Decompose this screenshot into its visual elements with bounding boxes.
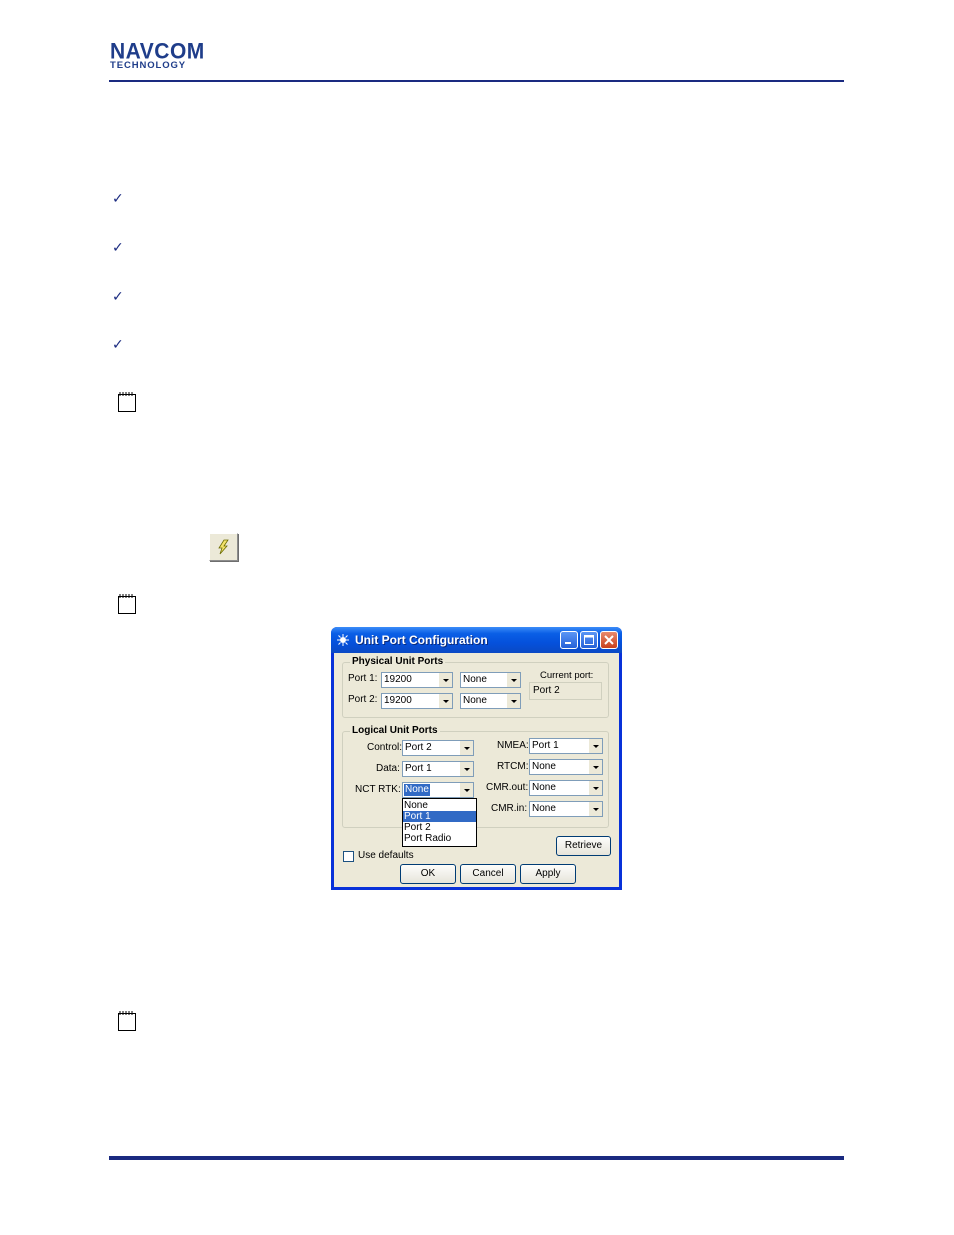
- port2-baud-value: 19200: [384, 695, 412, 706]
- port2-baud-select[interactable]: 19200: [381, 693, 453, 709]
- nct-rtk-dropdown-list[interactable]: None Port 1 Port 2 Port Radio: [402, 798, 477, 847]
- minimize-icon: [565, 642, 571, 644]
- close-button[interactable]: [600, 631, 618, 649]
- nmea-label: NMEA:: [497, 740, 529, 751]
- chevron-down-icon[interactable]: [438, 673, 452, 687]
- port-config-icon: [218, 539, 229, 555]
- control-select[interactable]: Port 2: [402, 740, 474, 756]
- cmr-in-value: None: [532, 803, 556, 814]
- cmr-out-value: None: [532, 782, 556, 793]
- current-port-value: Port 2: [533, 685, 560, 696]
- maximize-button[interactable]: [580, 631, 598, 649]
- port1-mode-value: None: [463, 674, 487, 685]
- ok-button[interactable]: OK: [400, 864, 456, 884]
- rtcm-select[interactable]: None: [529, 759, 603, 775]
- dropdown-option[interactable]: Port 2: [403, 822, 476, 833]
- cmr-out-label: CMR.out:: [486, 782, 529, 793]
- port1-mode-select[interactable]: None: [460, 672, 521, 688]
- apply-button[interactable]: Apply: [520, 864, 576, 884]
- data-value: Port 1: [405, 763, 432, 774]
- notepad-icon: [118, 392, 136, 412]
- rtcm-value: None: [532, 761, 556, 772]
- dropdown-option[interactable]: Port Radio: [403, 833, 476, 844]
- check-bullet-3: ✓: [112, 289, 124, 305]
- maximize-icon: [584, 635, 594, 645]
- current-port-label: Current port:: [540, 670, 594, 681]
- data-select[interactable]: Port 1: [402, 761, 474, 777]
- data-label: Data:: [376, 763, 400, 774]
- cmr-in-select[interactable]: None: [529, 801, 603, 817]
- chevron-down-icon[interactable]: [506, 694, 520, 708]
- cmr-out-select[interactable]: None: [529, 780, 603, 796]
- toolbar-port-icon[interactable]: [209, 533, 238, 561]
- app-icon: [337, 634, 349, 646]
- chevron-down-icon[interactable]: [438, 694, 452, 708]
- logo-main-text: NAVCOM: [110, 39, 205, 64]
- port2-mode-value: None: [463, 695, 487, 706]
- nmea-select[interactable]: Port 1: [529, 738, 603, 754]
- chevron-down-icon[interactable]: [459, 741, 473, 755]
- check-bullet-2: ✓: [112, 240, 124, 256]
- control-label: Control:: [367, 742, 403, 753]
- nct-rtk-label: NCT RTK:: [355, 784, 401, 795]
- check-bullet-1: ✓: [112, 191, 124, 207]
- chevron-down-icon[interactable]: [588, 802, 602, 816]
- close-icon: [604, 635, 614, 645]
- retrieve-button[interactable]: Retrieve: [556, 836, 611, 856]
- use-defaults-label: Use defaults: [358, 850, 414, 861]
- use-defaults-checkbox[interactable]: [343, 851, 354, 862]
- cmr-in-label: CMR.in:: [491, 803, 528, 814]
- cancel-button[interactable]: Cancel: [460, 864, 516, 884]
- port1-baud-select[interactable]: 19200: [381, 672, 453, 688]
- header-rule: [109, 80, 844, 82]
- port2-mode-select[interactable]: None: [460, 693, 521, 709]
- chevron-down-icon[interactable]: [506, 673, 520, 687]
- footer-rule: [109, 1156, 844, 1160]
- chevron-down-icon[interactable]: [459, 783, 473, 797]
- minimize-button[interactable]: [560, 631, 578, 649]
- notepad-icon: [118, 594, 136, 614]
- nmea-value: Port 1: [532, 740, 559, 751]
- dropdown-option[interactable]: None: [403, 800, 476, 811]
- chevron-down-icon[interactable]: [459, 762, 473, 776]
- nct-rtk-value: None: [404, 784, 430, 796]
- unit-port-configuration-dialog: Unit Port Configuration Physical Unit Po…: [331, 627, 622, 890]
- rtcm-label: RTCM:: [497, 761, 529, 772]
- physical-ports-label: Physical Unit Ports: [350, 656, 446, 667]
- control-value: Port 2: [405, 742, 432, 753]
- port1-baud-value: 19200: [384, 674, 412, 685]
- check-bullet-4: ✓: [112, 337, 124, 353]
- logical-ports-label: Logical Unit Ports: [350, 725, 440, 736]
- chevron-down-icon[interactable]: [588, 760, 602, 774]
- nct-rtk-select[interactable]: None: [402, 782, 474, 798]
- dialog-client-area: Physical Unit Ports Port 1: 19200 None P…: [334, 653, 619, 887]
- chevron-down-icon[interactable]: [588, 781, 602, 795]
- port2-label: Port 2:: [348, 694, 378, 705]
- current-port-field: Port 2: [529, 682, 602, 700]
- chevron-down-icon[interactable]: [588, 739, 602, 753]
- dropdown-option-selected[interactable]: Port 1: [403, 811, 476, 822]
- navcom-logo: NAVCOM TECHNOLOGY: [110, 39, 235, 70]
- notepad-icon: [118, 1011, 136, 1031]
- dialog-titlebar[interactable]: Unit Port Configuration: [331, 627, 622, 653]
- port1-label: Port 1:: [348, 673, 378, 684]
- dialog-title: Unit Port Configuration: [355, 633, 488, 647]
